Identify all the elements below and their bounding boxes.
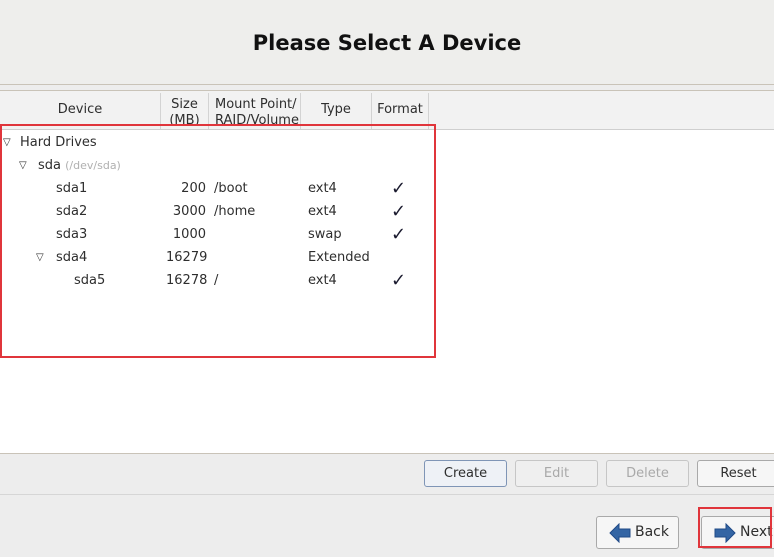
highlight-box-partition-tree bbox=[0, 124, 436, 358]
back-label: Back bbox=[635, 524, 669, 540]
delete-button[interactable]: Delete bbox=[606, 460, 689, 487]
reset-button[interactable]: Reset bbox=[697, 460, 774, 487]
footer-nav: Back Next bbox=[0, 494, 774, 557]
column-mount-label: Mount Point/ bbox=[215, 97, 297, 112]
column-device-label: Device bbox=[57, 102, 103, 117]
arrow-left-icon bbox=[609, 523, 631, 543]
back-button[interactable]: Back bbox=[596, 516, 679, 549]
create-button[interactable]: Create bbox=[424, 460, 507, 487]
column-type-label: Type bbox=[321, 102, 351, 117]
header-bar: Please Select A Device bbox=[0, 0, 774, 85]
column-format-label: Format bbox=[377, 102, 423, 117]
column-size-label: Size bbox=[171, 97, 198, 112]
edit-button[interactable]: Edit bbox=[515, 460, 598, 487]
highlight-box-next bbox=[698, 507, 772, 548]
page-title: Please Select A Device bbox=[252, 31, 522, 55]
partition-action-bar: Create Edit Delete Reset bbox=[0, 454, 774, 494]
